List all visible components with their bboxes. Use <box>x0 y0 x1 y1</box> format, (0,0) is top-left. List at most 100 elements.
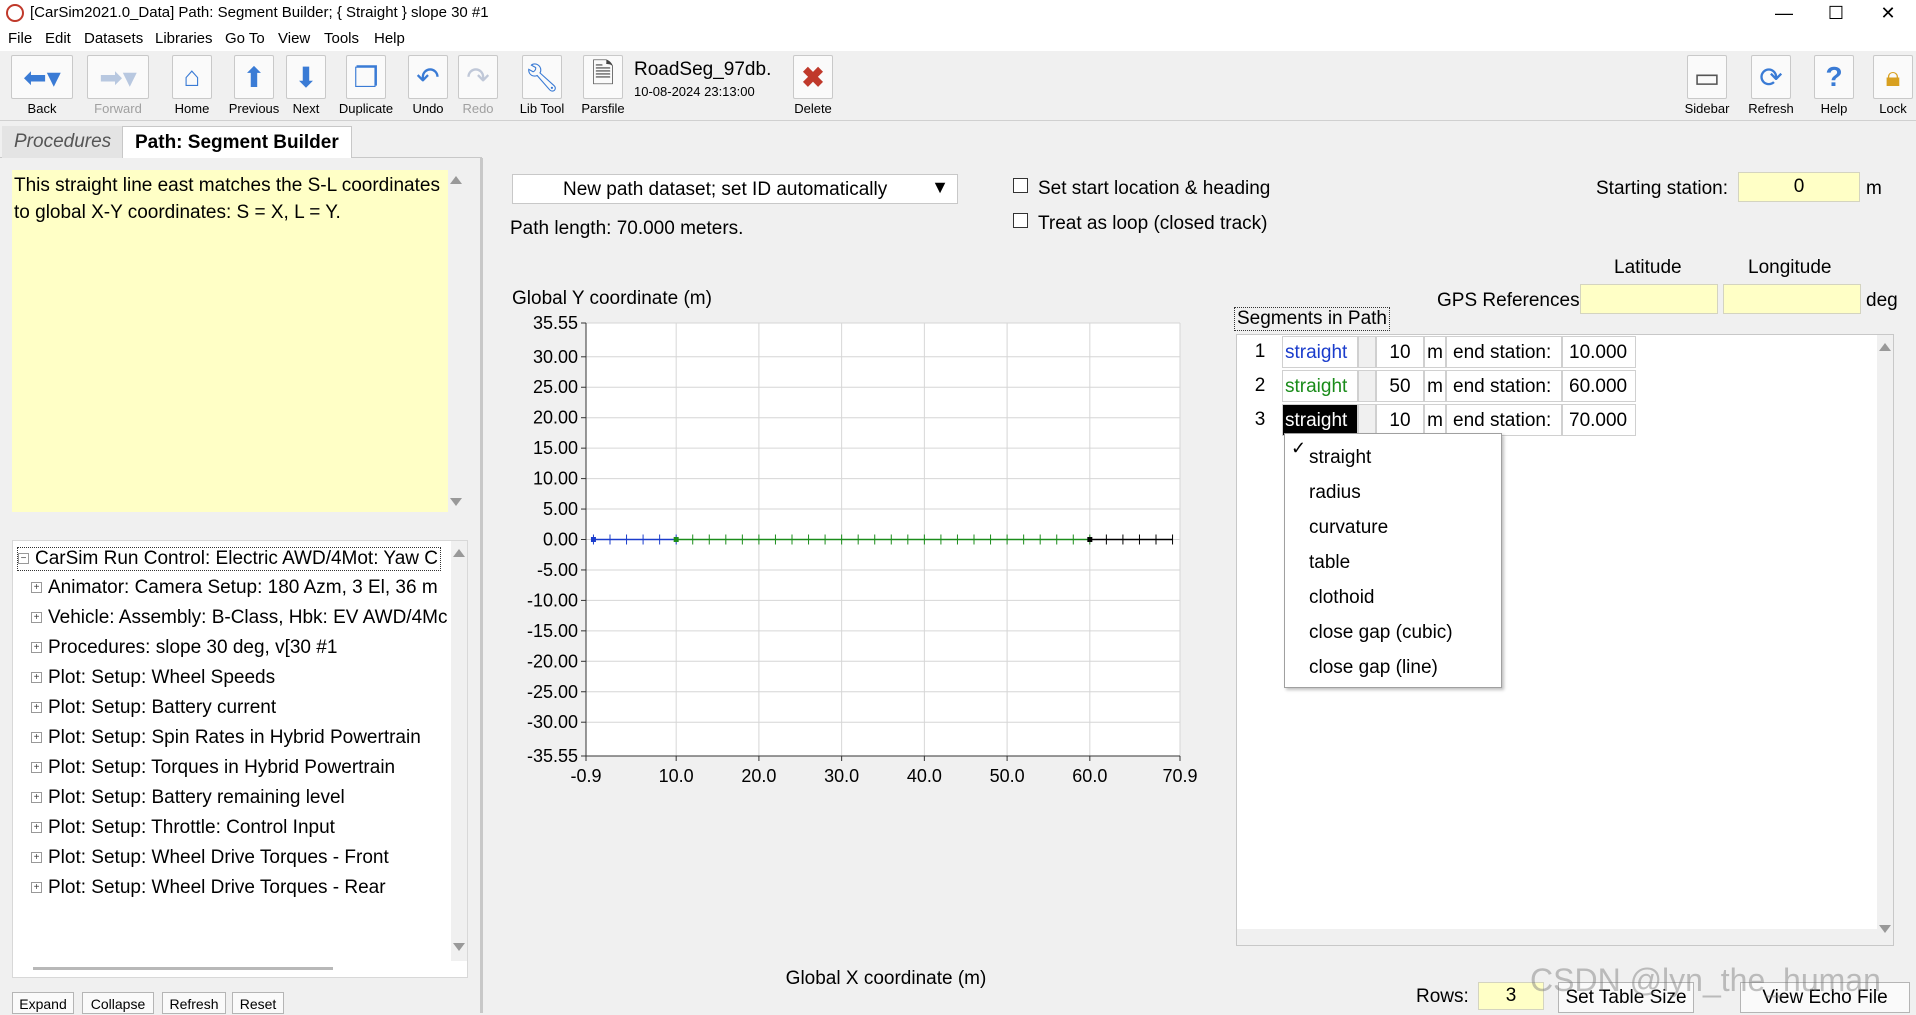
segment-length-input[interactable]: 10 <box>1376 336 1424 368</box>
collapse-icon[interactable]: − <box>18 553 29 565</box>
redo-button[interactable]: ↷ Redo <box>458 55 498 116</box>
starting-station-input[interactable]: 0 <box>1738 172 1860 202</box>
collapse-button[interactable]: Collapse <box>82 992 154 1014</box>
scroll-down-icon[interactable] <box>1879 925 1891 933</box>
expand-icon[interactable]: + <box>31 852 42 864</box>
end-station-label: end station: <box>1446 370 1562 402</box>
up-arrow-icon: ⬆ <box>234 55 274 99</box>
tree-node[interactable]: + Plot: Setup: Throttle: Control Input <box>31 817 335 839</box>
down-arrow-icon: ⬇ <box>286 55 326 99</box>
menu-help[interactable]: Help <box>374 30 405 47</box>
segment-row-number: 3 <box>1238 404 1282 436</box>
scroll-down-icon[interactable] <box>453 943 465 951</box>
duplicate-button[interactable]: ❐ Duplicate <box>334 55 398 116</box>
tree-node[interactable]: + Plot: Setup: Battery remaining level <box>31 787 345 809</box>
help-button[interactable]: ? Help <box>1812 55 1856 116</box>
scroll-down-icon[interactable] <box>450 498 462 506</box>
menu-item-clothoid[interactable]: clothoid <box>1309 587 1375 609</box>
tree-horizontal-scrollbar[interactable] <box>33 967 333 970</box>
longitude-input[interactable] <box>1723 284 1861 314</box>
minimize-icon[interactable]: — <box>1754 0 1814 27</box>
lib-tool-button[interactable]: 🔧︎ Lib Tool <box>514 55 570 116</box>
tree-node[interactable]: + Plot: Setup: Wheel Drive Torques - Fron… <box>31 847 389 869</box>
menu-goto[interactable]: Go To <box>225 30 265 47</box>
expand-icon[interactable]: + <box>31 882 42 894</box>
lock-button[interactable]: 🔒︎ Lock <box>1872 55 1914 116</box>
back-button[interactable]: ⬅▾ Back <box>10 55 74 116</box>
expand-icon[interactable]: + <box>31 822 42 834</box>
expand-button[interactable]: Expand <box>12 992 74 1014</box>
segment-type-cell-selected[interactable]: straight <box>1282 404 1358 436</box>
expand-icon[interactable]: + <box>31 582 42 594</box>
forward-button[interactable]: ➡▾ Forward <box>86 55 150 116</box>
expand-icon[interactable]: + <box>31 792 42 804</box>
latitude-input[interactable] <box>1580 284 1718 314</box>
tree-node[interactable]: + Plot: Setup: Wheel Drive Torques - Rear <box>31 877 386 899</box>
segment-type-cell[interactable]: straight <box>1282 336 1358 368</box>
tab-segment-builder[interactable]: Path: Segment Builder <box>122 126 352 158</box>
scroll-up-icon[interactable] <box>450 176 462 184</box>
maximize-icon[interactable]: ☐ <box>1806 0 1866 27</box>
set-start-checkbox[interactable] <box>1013 178 1028 193</box>
expand-icon[interactable]: + <box>31 612 42 624</box>
tab-strip: Procedures Path: Segment Builder <box>0 124 482 158</box>
table-horizontal-scrollbar[interactable] <box>1237 929 1877 945</box>
delete-button[interactable]: ✖ Delete <box>792 55 834 116</box>
scroll-up-icon[interactable] <box>453 549 465 557</box>
y-tick-label: 25.00 <box>533 377 578 397</box>
menu-file[interactable]: File <box>8 30 32 47</box>
menu-libraries[interactable]: Libraries <box>155 30 213 47</box>
expand-icon[interactable]: + <box>31 762 42 774</box>
menu-item-close-gap-cubic[interactable]: close gap (cubic) <box>1309 622 1453 644</box>
menu-tools[interactable]: Tools <box>324 30 359 47</box>
menu-item-table[interactable]: table <box>1309 552 1350 574</box>
tree-node-root[interactable]: − CarSim Run Control: Electric AWD/4Mot: … <box>17 547 441 571</box>
home-button[interactable]: ⌂ Home <box>170 55 214 116</box>
menu-item-close-gap-line[interactable]: close gap (line) <box>1309 657 1438 679</box>
treat-loop-checkbox[interactable] <box>1013 213 1028 228</box>
segment-spacer-cell <box>1358 404 1376 436</box>
refresh-button[interactable]: ⟳ Refresh <box>1746 55 1796 116</box>
duplicate-icon: ❐ <box>346 55 386 99</box>
segment-row-number: 1 <box>1238 336 1282 368</box>
expand-icon[interactable]: + <box>31 732 42 744</box>
expand-icon[interactable]: + <box>31 672 42 684</box>
segment-length-input[interactable]: 10 <box>1376 404 1424 436</box>
menu-item-straight[interactable]: straight <box>1309 447 1371 469</box>
watermark: CSDN @lyn_the_human <box>1530 962 1881 998</box>
notes-textarea[interactable]: This straight line east matches the S-L … <box>12 170 448 512</box>
dataset-link-combo[interactable]: New path dataset; set ID automatically ▼ <box>512 174 958 204</box>
y-tick-label: -25.00 <box>527 682 578 702</box>
previous-button[interactable]: ⬆ Previous <box>226 55 282 116</box>
notes-scrollbar[interactable] <box>448 170 464 512</box>
segment-type-cell[interactable]: straight <box>1282 370 1358 402</box>
tree-node[interactable]: + Animator: Camera Setup: 180 Azm, 3 El, … <box>31 577 438 599</box>
expand-icon[interactable]: + <box>31 642 42 654</box>
menu-view[interactable]: View <box>278 30 310 47</box>
menu-datasets[interactable]: Datasets <box>84 30 143 47</box>
table-vertical-scrollbar[interactable] <box>1877 335 1893 945</box>
tree-node[interactable]: + Plot: Setup: Battery current <box>31 697 276 719</box>
tree-node[interactable]: + Plot: Setup: Torques in Hybrid Powertra… <box>31 757 395 779</box>
parsfile-button[interactable]: 🗎 Parsfile <box>578 55 628 116</box>
tree-refresh-button[interactable]: Refresh <box>162 992 226 1014</box>
menu-item-curvature[interactable]: curvature <box>1309 517 1388 539</box>
scroll-up-icon[interactable] <box>1879 343 1891 351</box>
tree-node[interactable]: + Plot: Setup: Spin Rates in Hybrid Power… <box>31 727 421 749</box>
sidebar-button[interactable]: ▭ Sidebar <box>1682 55 1732 116</box>
segment-length-input[interactable]: 50 <box>1376 370 1424 402</box>
tree-node[interactable]: + Vehicle: Assembly: B-Class, Hbk: EV AWD… <box>31 607 447 629</box>
tab-procedures[interactable]: Procedures <box>2 126 124 158</box>
menu-edit[interactable]: Edit <box>45 30 71 47</box>
tree-vertical-scrollbar[interactable] <box>451 541 467 961</box>
y-tick-label: 20.00 <box>533 408 578 428</box>
undo-button[interactable]: ↶ Undo <box>408 55 448 116</box>
segment-unit: m <box>1424 370 1446 402</box>
reset-button[interactable]: Reset <box>232 992 284 1014</box>
menu-item-radius[interactable]: radius <box>1309 482 1361 504</box>
tree-node[interactable]: + Procedures: slope 30 deg, v[30 #1 <box>31 637 337 659</box>
next-button[interactable]: ⬇ Next <box>284 55 328 116</box>
expand-icon[interactable]: + <box>31 702 42 714</box>
tree-node[interactable]: + Plot: Setup: Wheel Speeds <box>31 667 275 689</box>
close-icon[interactable]: ✕ <box>1858 0 1916 27</box>
